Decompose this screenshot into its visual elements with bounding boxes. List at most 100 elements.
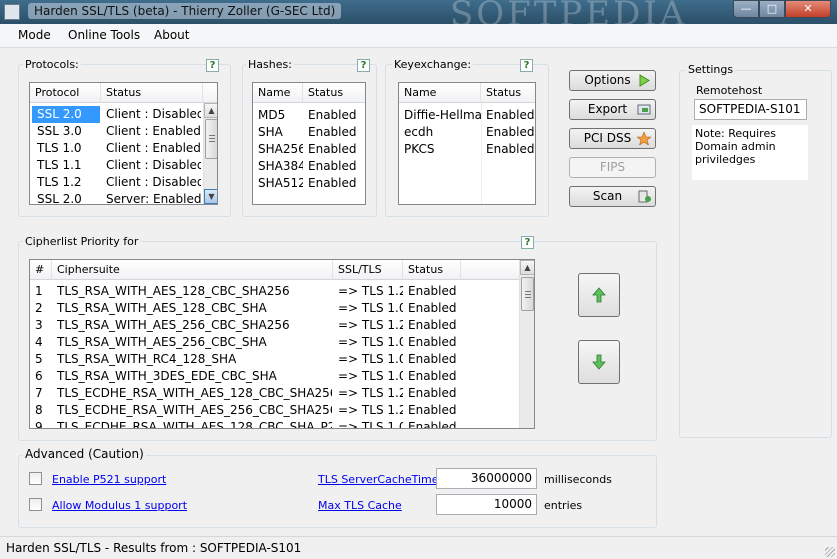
table-cell: SHA	[258, 125, 283, 139]
scroll-thumb[interactable]	[205, 119, 217, 159]
up-arrow-icon	[592, 287, 606, 303]
pci-dss-label: PCI DSS	[583, 131, 632, 145]
table-cell: SHA384	[258, 159, 303, 173]
table-cell: Enabled	[486, 108, 535, 122]
menu-bar: Mode Online Tools About	[0, 24, 837, 48]
table-cell: => TLS 1.2	[338, 318, 403, 332]
table-cell: Enabled	[408, 352, 457, 366]
table-row[interactable]: SHA512 Enabled	[253, 175, 365, 192]
protocols-help-icon[interactable]: ?	[206, 59, 219, 72]
table-row[interactable]: SHA Enabled	[253, 124, 365, 141]
close-button[interactable]: ✕	[785, 0, 831, 18]
down-arrow-icon	[592, 354, 606, 370]
minimize-button[interactable]: —	[733, 0, 759, 18]
table-cell: Client : Enabled	[106, 141, 201, 155]
table-cell: TLS_RSA_WITH_AES_256_CBC_SHA	[57, 335, 267, 349]
table-row[interactable]: Diffie-Hellman Enabled	[399, 107, 535, 124]
p521-link[interactable]: Enable P521 support	[52, 473, 166, 486]
scan-icon	[638, 190, 651, 203]
pci-dss-button[interactable]: PCI DSS	[569, 128, 656, 149]
table-row[interactable]: 9 TLS_ECDHE_RSA_WITH_AES_128_CBC_SHA_P256…	[30, 419, 519, 429]
table-row[interactable]: 2 TLS_RSA_WITH_AES_128_CBC_SHA => TLS 1.0 E…	[30, 300, 519, 317]
table-cell: Enabled	[308, 159, 357, 173]
col-ssl-tls[interactable]: SSL/TLS	[333, 260, 403, 280]
status-text: Harden SSL/TLS - Results from : SOFTPEDI…	[6, 541, 302, 555]
table-cell: Client : Enabled	[106, 124, 201, 138]
col-status[interactable]: Status	[403, 260, 461, 280]
modulus-link[interactable]: Allow Modulus 1 support	[52, 499, 187, 512]
menu-mode[interactable]: Mode	[18, 28, 51, 42]
table-row[interactable]: 4 TLS_RSA_WITH_AES_256_CBC_SHA => TLS 1.0 E…	[30, 334, 519, 351]
cipherlist-list[interactable]: # Ciphersuite SSL/TLS Status 1 TLS_RSA_WI…	[29, 259, 535, 429]
scroll-up-icon[interactable]: ▲	[204, 103, 217, 118]
table-cell: TLS_RSA_WITH_AES_128_CBC_SHA	[57, 301, 267, 315]
p521-checkbox[interactable]	[29, 472, 42, 485]
export-button[interactable]: Export	[569, 99, 656, 120]
table-cell: => TLS 1.0	[338, 420, 403, 429]
cache-time-input[interactable]: 36000000	[436, 468, 537, 489]
table-row[interactable]: TLS 1.1 Client : Disabled	[30, 157, 203, 174]
table-cell: Enabled	[408, 403, 457, 417]
table-row[interactable]: SSL 2.0 Client : Disabled	[30, 106, 203, 123]
table-row[interactable]: TLS 1.2 Client : Disabled	[30, 174, 203, 191]
move-up-button[interactable]	[578, 273, 620, 317]
table-row[interactable]: 6 TLS_RSA_WITH_3DES_EDE_CBC_SHA => TLS 1.0…	[30, 368, 519, 385]
scroll-down-icon[interactable]: ▼	[204, 189, 217, 204]
move-down-button[interactable]	[578, 340, 620, 384]
col-ciphersuite[interactable]: Ciphersuite	[52, 260, 333, 280]
table-cell: TLS 1.0	[37, 141, 82, 155]
col-status[interactable]: Status	[101, 83, 203, 103]
col-name[interactable]: Name	[253, 83, 303, 103]
col-protocol[interactable]: Protocol	[30, 83, 101, 103]
protocols-list[interactable]: Protocol Status SSL 2.0 Client : Disabled…	[29, 82, 218, 205]
menu-online-tools[interactable]: Online Tools	[68, 28, 140, 42]
cipherlist-scrollbar[interactable]: ▲	[519, 260, 534, 428]
col-status[interactable]: Status	[303, 83, 365, 103]
max-cache-link[interactable]: Max TLS Cache	[318, 499, 402, 512]
table-row[interactable]: MD5 Enabled	[253, 107, 365, 124]
menu-about[interactable]: About	[154, 28, 189, 42]
resize-grip[interactable]	[825, 547, 835, 557]
hashes-help-icon[interactable]: ?	[357, 59, 370, 72]
cipherlist-help-icon[interactable]: ?	[521, 236, 534, 249]
table-row[interactable]: 3 TLS_RSA_WITH_AES_256_CBC_SHA256 => TLS 1…	[30, 317, 519, 334]
options-label: Options	[584, 73, 631, 87]
table-cell: => TLS 1.0	[338, 335, 403, 349]
protocols-scrollbar[interactable]: ▲ ▼	[203, 103, 217, 204]
table-row[interactable]: SHA384 Enabled	[253, 158, 365, 175]
hashes-list[interactable]: Name Status MD5 Enabled SHA Enabled SHA256 En…	[252, 82, 366, 205]
table-row[interactable]: SHA256 Enabled	[253, 141, 365, 158]
col-name[interactable]: Name	[399, 83, 481, 103]
table-row[interactable]: 1 TLS_RSA_WITH_AES_128_CBC_SHA256 => TLS 1…	[30, 283, 519, 300]
cache-time-link[interactable]: TLS ServerCacheTime	[318, 473, 439, 486]
table-cell: Enabled	[408, 369, 457, 383]
table-row[interactable]: TLS 1.0 Client : Enabled	[30, 140, 203, 157]
window-title: Harden SSL/TLS (beta) - Thierry Zoller (…	[28, 3, 342, 19]
table-row[interactable]: SSL 2.0 Server: Enabled	[30, 191, 203, 204]
scroll-up-icon[interactable]: ▲	[520, 260, 534, 275]
scan-button[interactable]: Scan	[569, 186, 656, 207]
settings-note: Note: Requires Domain admin priviledges	[692, 125, 808, 180]
table-cell: Enabled	[408, 335, 457, 349]
options-button[interactable]: Options	[569, 70, 656, 91]
table-row[interactable]: ecdh Enabled	[399, 124, 535, 141]
col-index[interactable]: #	[30, 260, 52, 280]
table-row[interactable]: SSL 3.0 Client : Enabled	[30, 123, 203, 140]
fips-button[interactable]: FIPS	[569, 157, 656, 178]
modulus-checkbox[interactable]	[29, 498, 42, 511]
maximize-button[interactable]: □	[759, 0, 785, 18]
table-cell: PKCS	[404, 142, 435, 156]
table-cell: Client : Disabled	[106, 175, 201, 189]
max-cache-input[interactable]: 10000	[436, 494, 537, 515]
scroll-thumb[interactable]	[521, 277, 534, 311]
remotehost-input[interactable]: SOFTPEDIA-S101	[694, 99, 807, 120]
table-row[interactable]: 5 TLS_RSA_WITH_RC4_128_SHA => TLS 1.0 Enabl…	[30, 351, 519, 368]
keyexchange-help-icon[interactable]: ?	[520, 59, 533, 72]
table-cell: 2	[35, 301, 43, 315]
keyexchange-list[interactable]: Name Status Diffie-Hellman Enabled ecdh Ena…	[398, 82, 536, 205]
table-cell: TLS 1.1	[37, 158, 82, 172]
table-row[interactable]: 8 TLS_ECDHE_RSA_WITH_AES_256_CBC_SHA256_.…	[30, 402, 519, 419]
table-row[interactable]: PKCS Enabled	[399, 141, 535, 158]
table-row[interactable]: 7 TLS_ECDHE_RSA_WITH_AES_128_CBC_SHA256_.…	[30, 385, 519, 402]
col-status[interactable]: Status	[481, 83, 535, 103]
